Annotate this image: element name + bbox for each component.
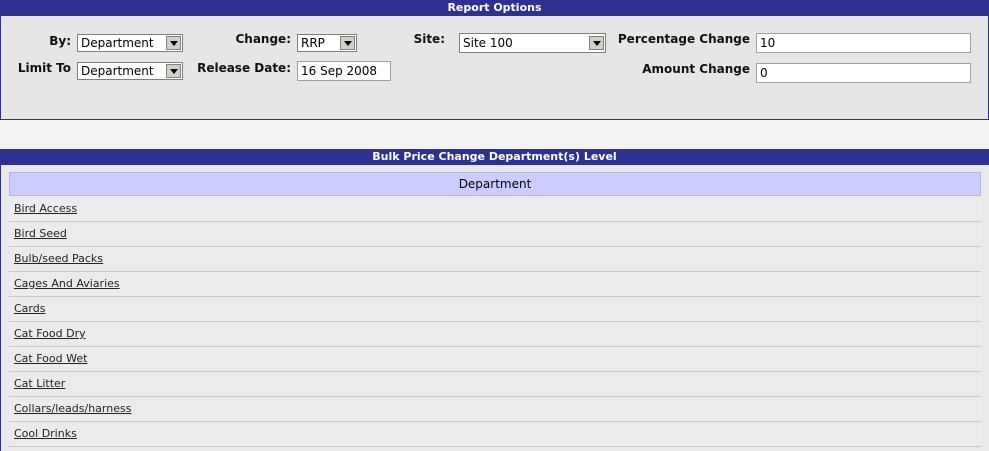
table-row: Cat Litter (9, 372, 981, 397)
department-link[interactable]: Collars/leads/harness (14, 402, 131, 415)
table-row: Cages And Aviaries (9, 272, 981, 297)
report-options-title: Report Options (0, 0, 989, 16)
limit-to-label: Limit To (17, 61, 71, 75)
department-column-header[interactable]: Department (9, 172, 981, 196)
site-select[interactable]: Site 100 (459, 33, 606, 53)
limit-to-select-value: Department (81, 64, 154, 78)
department-level-title: Bulk Price Change Department(s) Level (0, 149, 989, 165)
department-link[interactable]: Cages And Aviaries (14, 277, 120, 290)
chevron-down-icon[interactable] (340, 36, 355, 50)
table-row: Cool Drinks (9, 422, 981, 447)
change-select[interactable]: RRP (297, 34, 357, 52)
release-date-label: Release Date: (197, 61, 291, 75)
department-link[interactable]: Cards (14, 302, 45, 315)
amount-change-label: Amount Change (642, 62, 750, 76)
chevron-down-icon[interactable] (166, 64, 181, 78)
department-link[interactable]: Cat Litter (14, 377, 65, 390)
department-link[interactable]: Cat Food Dry (14, 327, 86, 340)
chevron-down-icon[interactable] (166, 36, 181, 50)
by-select-value: Department (81, 36, 154, 50)
percentage-change-label: Percentage Change (617, 32, 750, 46)
limit-to-select[interactable]: Department (77, 62, 183, 80)
change-label: Change: (235, 32, 291, 46)
department-link[interactable]: Bulb/seed Packs (14, 252, 103, 265)
percentage-change-field[interactable]: 10 (756, 33, 971, 53)
by-label: By: (49, 34, 71, 48)
table-row: Cards (9, 297, 981, 322)
table-row: Cat Food Wet (9, 347, 981, 372)
amount-change-field[interactable]: 0 (756, 63, 971, 83)
site-label: Site: (413, 32, 445, 46)
department-link[interactable]: Cat Food Wet (14, 352, 87, 365)
by-select[interactable]: Department (77, 34, 183, 52)
department-link[interactable]: Cool Drinks (14, 427, 77, 440)
table-row: Bulb/seed Packs (9, 247, 981, 272)
department-grid: Department Bird Access Bird Seed Bulb/se… (0, 165, 989, 451)
department-link[interactable]: Bird Access (14, 202, 77, 215)
release-date-field[interactable]: 16 Sep 2008 (297, 61, 391, 81)
change-select-value: RRP (301, 36, 325, 50)
table-row: Bird Seed (9, 222, 981, 247)
table-row: Collars/leads/harness (9, 397, 981, 422)
department-link[interactable]: Bird Seed (14, 227, 67, 240)
table-row: Bird Access (9, 197, 981, 222)
table-row: Cat Food Dry (9, 322, 981, 347)
report-options-panel: By: Department Limit To Department Chang… (0, 16, 989, 120)
site-select-value: Site 100 (463, 36, 513, 50)
